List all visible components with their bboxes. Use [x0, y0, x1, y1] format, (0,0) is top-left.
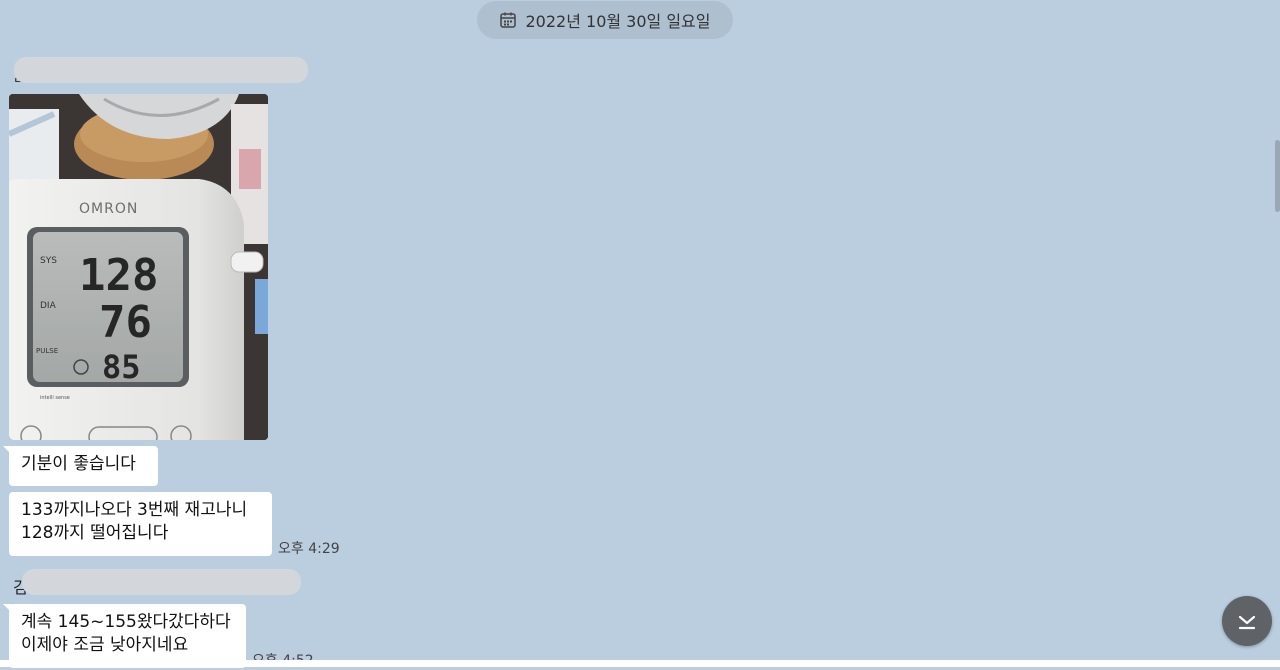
dia-label: DIA — [40, 301, 57, 311]
dia-value: 76 — [99, 297, 152, 348]
sender-name-redacted — [14, 57, 308, 83]
message-bubble[interactable]: 133까지나오다 3번째 재고나니 128까지 떨어집니다 — [9, 492, 272, 556]
blood-pressure-photo[interactable]: OMRON SYS DIA PULSE 128 76 85 intelli se… — [9, 94, 268, 440]
message-bubble[interactable]: 기분이 좋습니다 — [3, 446, 158, 486]
scroll-to-bottom-icon — [1238, 615, 1256, 630]
date-text: 2022년 10월 30일 일요일 — [525, 12, 711, 31]
scrollbar-thumb[interactable] — [1275, 140, 1280, 212]
scroll-to-bottom-button[interactable] — [1222, 596, 1272, 646]
bottom-edge — [0, 660, 1280, 667]
sys-label: SYS — [40, 256, 57, 266]
calendar-icon — [500, 12, 517, 28]
pulse-label: PULSE — [36, 347, 58, 355]
sys-value: 128 — [79, 250, 158, 301]
intellisense-logo: intelli sense — [40, 395, 70, 401]
pulse-value: 85 — [102, 348, 141, 386]
message-time: 오후 4:29 — [278, 541, 340, 557]
device-brand-text: OMRON — [79, 201, 138, 217]
message-bubble[interactable]: 계속 145~155왔다갔다하다 이제야 조금 낮아지네요 — [3, 604, 246, 668]
date-divider: 2022년 10월 30일 일요일 — [477, 1, 733, 39]
sender-name-redacted — [22, 569, 301, 595]
